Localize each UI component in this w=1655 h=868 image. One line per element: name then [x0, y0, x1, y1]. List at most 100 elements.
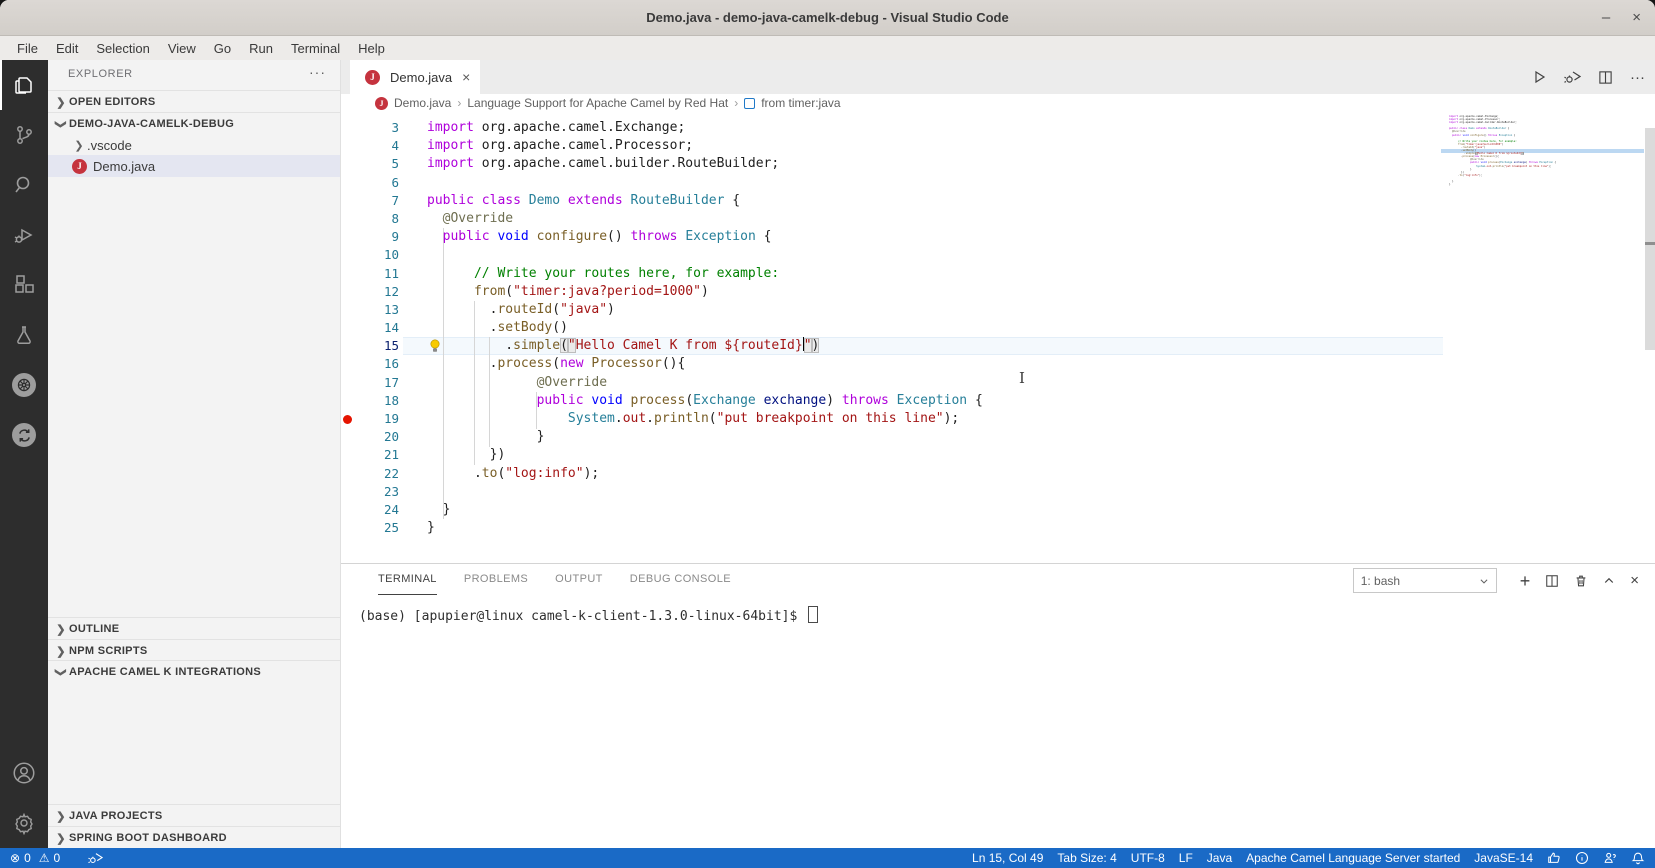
line-number[interactable]: 25: [355, 519, 399, 537]
breadcrumb-file[interactable]: Demo.java: [394, 96, 451, 110]
kubernetes-icon[interactable]: [0, 360, 48, 410]
lightbulb-icon[interactable]: [429, 339, 441, 353]
breakpoint-gutter[interactable]: [341, 465, 355, 483]
line-number[interactable]: 17: [355, 374, 399, 392]
breakpoint-gutter[interactable]: [341, 410, 355, 428]
breakpoint-gutter[interactable]: [341, 155, 355, 173]
code-line[interactable]: 8 @Override: [341, 210, 1443, 228]
line-number[interactable]: 10: [355, 246, 399, 264]
section-camel-k-integrations[interactable]: ❯ APACHE CAMEL K INTEGRATIONS: [48, 660, 340, 683]
code-line[interactable]: 22 .to("log:info");: [341, 465, 1443, 483]
breadcrumb-symbol[interactable]: from timer:java: [761, 96, 840, 110]
line-number[interactable]: 3: [355, 119, 399, 137]
line-number[interactable]: 20: [355, 428, 399, 446]
kill-terminal-trash-icon[interactable]: [1574, 574, 1588, 588]
panel-tab-output[interactable]: OUTPUT: [555, 564, 603, 595]
breakpoint-gutter[interactable]: [341, 355, 355, 373]
breakpoint-gutter[interactable]: [341, 210, 355, 228]
problems-status[interactable]: ⊗ 0 ⚠ 0: [10, 851, 60, 865]
code-line[interactable]: 20 }: [341, 428, 1443, 446]
code-line[interactable]: }: [1441, 183, 1644, 186]
account-icon[interactable]: [0, 748, 48, 798]
breakpoint-icon[interactable]: [343, 414, 352, 424]
menu-run[interactable]: Run: [240, 41, 282, 56]
breakpoint-gutter[interactable]: [341, 319, 355, 337]
code-line[interactable]: 24 }: [341, 501, 1443, 519]
line-number[interactable]: 22: [355, 465, 399, 483]
line-number[interactable]: 7: [355, 192, 399, 210]
status-java-runtime[interactable]: JavaSE-14: [1474, 851, 1533, 865]
code-line[interactable]: 25}: [341, 519, 1443, 537]
line-number[interactable]: 4: [355, 137, 399, 155]
status-language-mode[interactable]: Java: [1207, 851, 1232, 865]
code-line[interactable]: 3 import org.apache.camel.Exchange;: [341, 119, 1443, 137]
line-number[interactable]: 15: [355, 337, 399, 355]
new-terminal-icon[interactable]: +: [1520, 572, 1531, 590]
line-number[interactable]: 9: [355, 228, 399, 246]
line-number[interactable]: 23: [355, 483, 399, 501]
section-npm-scripts[interactable]: ❯ NPM SCRIPTS: [48, 639, 340, 662]
breakpoint-gutter[interactable]: [341, 137, 355, 155]
line-number[interactable]: 12: [355, 283, 399, 301]
minimap[interactable]: import org.apache.camel.Exchange; import …: [1441, 115, 1644, 186]
tree-item-demo-java[interactable]: J Demo.java: [48, 155, 340, 177]
code-line[interactable]: 19 System.out.println("put breakpoint on…: [341, 410, 1443, 428]
line-number[interactable]: 14: [355, 319, 399, 337]
code-line[interactable]: 17 @Override: [341, 374, 1443, 392]
code-line[interactable]: 12 from("timer:java?period=1000"): [341, 283, 1443, 301]
debug-status-icon[interactable]: [88, 851, 104, 865]
breakpoint-gutter[interactable]: [341, 301, 355, 319]
code-line[interactable]: 7 public class Demo extends RouteBuilder …: [341, 192, 1443, 210]
status-encoding[interactable]: UTF-8: [1131, 851, 1165, 865]
menu-selection[interactable]: Selection: [87, 41, 158, 56]
run-file-icon[interactable]: [1531, 69, 1547, 85]
breakpoint-gutter[interactable]: [341, 374, 355, 392]
code-line[interactable]: 16 .process(new Processor(){: [341, 355, 1443, 373]
breakpoint-gutter[interactable]: [341, 119, 355, 137]
settings-gear-icon[interactable]: [0, 798, 48, 848]
panel-tab-debug-console[interactable]: DEBUG CONSOLE: [630, 564, 731, 595]
minimize-button[interactable]: –: [1602, 9, 1610, 26]
line-number[interactable]: 18: [355, 392, 399, 410]
breakpoint-gutter[interactable]: [341, 428, 355, 446]
integrations-sync-icon[interactable]: [0, 410, 48, 460]
breakpoint-gutter[interactable]: [341, 483, 355, 501]
menu-edit[interactable]: Edit: [47, 41, 87, 56]
code-line[interactable]: 23: [341, 483, 1443, 501]
breakpoint-gutter[interactable]: [341, 228, 355, 246]
breakpoint-gutter[interactable]: [341, 265, 355, 283]
breakpoint-gutter[interactable]: [341, 283, 355, 301]
section-workspace[interactable]: ❯ DEMO-JAVA-CAMELK-DEBUG: [48, 112, 340, 135]
tab-close-icon[interactable]: ×: [462, 69, 470, 85]
code-line[interactable]: 10: [341, 246, 1443, 264]
breakpoint-gutter[interactable]: [341, 392, 355, 410]
sidebar-more-actions-icon[interactable]: ···: [309, 64, 326, 80]
menu-view[interactable]: View: [159, 41, 205, 56]
breakpoint-gutter[interactable]: [341, 246, 355, 264]
more-actions-icon[interactable]: ···: [1630, 69, 1645, 86]
run-debug-icon[interactable]: [0, 210, 48, 260]
test-flask-icon[interactable]: [0, 310, 48, 360]
breakpoint-gutter[interactable]: [341, 192, 355, 210]
code-line[interactable]: 13 .routeId("java"): [341, 301, 1443, 319]
status-cursor-position[interactable]: Ln 15, Col 49: [972, 851, 1043, 865]
split-terminal-icon[interactable]: [1545, 574, 1559, 588]
editor-scrollbar[interactable]: [1645, 128, 1655, 350]
code-line[interactable]: 21 }): [341, 446, 1443, 464]
code-line[interactable]: 6: [341, 174, 1443, 192]
section-spring-boot-dashboard[interactable]: ❯ SPRING BOOT DASHBOARD: [48, 826, 340, 849]
panel-tab-problems[interactable]: PROBLEMS: [464, 564, 528, 595]
code-line[interactable]: 5 import org.apache.camel.builder.RouteBu…: [341, 155, 1443, 173]
survey-person-icon[interactable]: [1603, 851, 1617, 865]
debug-run-icon[interactable]: [1564, 69, 1581, 85]
explorer-icon[interactable]: [0, 60, 48, 110]
line-number[interactable]: 5: [355, 155, 399, 173]
line-number[interactable]: 8: [355, 210, 399, 228]
breakpoint-gutter[interactable]: [341, 519, 355, 537]
split-editor-icon[interactable]: [1598, 70, 1613, 85]
search-icon[interactable]: [0, 160, 48, 210]
breakpoint-gutter[interactable]: [341, 174, 355, 192]
breakpoint-gutter[interactable]: [341, 337, 355, 355]
notifications-bell-icon[interactable]: [1631, 851, 1645, 865]
code-lines[interactable]: 3 import org.apache.camel.Exchange; 4 impor…: [341, 119, 1443, 537]
